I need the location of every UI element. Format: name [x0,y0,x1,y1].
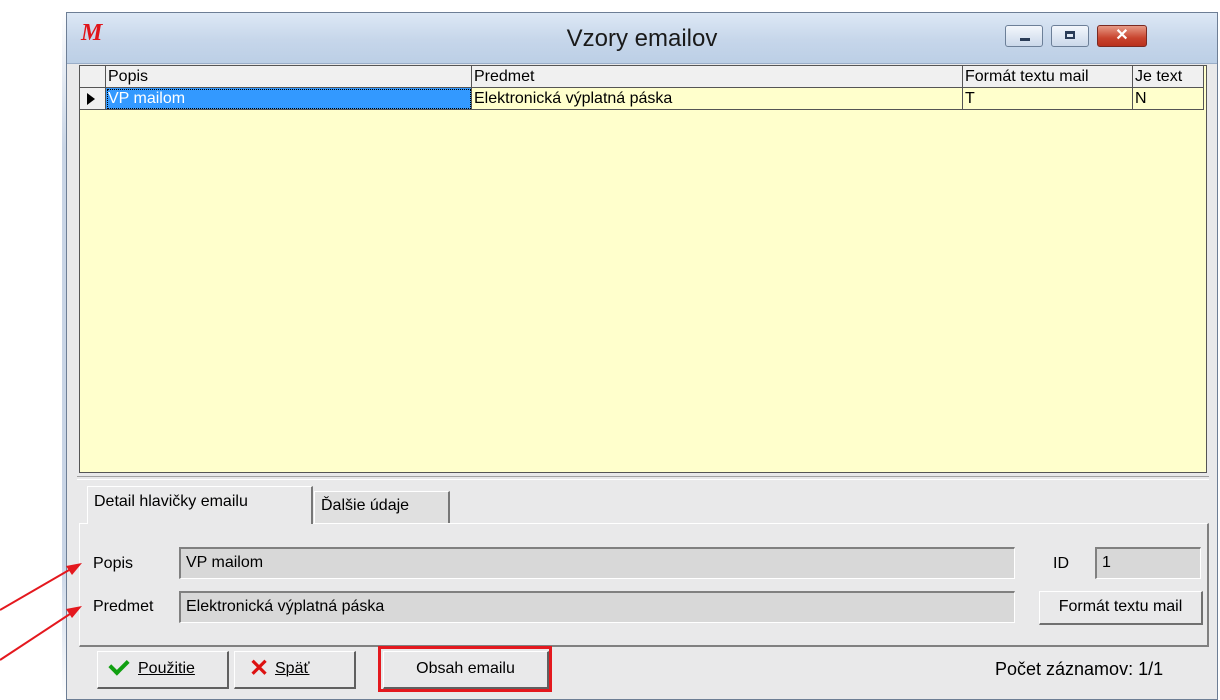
minimize-button[interactable] [1005,25,1043,47]
header-indicator-cell [80,66,106,88]
format-textu-mail-button[interactable]: Formát textu mail [1039,591,1203,625]
tab-detail-hlavicky[interactable]: Detail hlavičky emailu [87,486,313,524]
window-title: Vzory emailov [566,25,718,52]
maximize-button[interactable] [1051,25,1089,47]
pouzitie-button[interactable]: Použitie [97,651,229,689]
column-header-popis[interactable]: Popis [106,66,472,88]
column-header-je-text[interactable]: Je text [1133,66,1204,88]
close-button[interactable]: ✕ [1097,25,1147,47]
cell-je-text[interactable]: N [1133,88,1204,110]
table-row[interactable]: VP mailom Elektronická výplatná páska T … [80,88,1204,110]
arrowhead-predmet-icon [66,606,82,618]
obsah-emailu-button[interactable]: Obsah emailu [383,651,549,689]
record-count-status: Počet záznamov: 1/1 [995,659,1164,679]
cell-format[interactable]: T [963,88,1133,110]
tab-dalsie-udaje[interactable]: Ďalšie údaje [314,491,450,523]
annotation-arrows [0,563,82,661]
grid-header-row: Popis Predmet Formát textu mail Je text [80,66,1204,88]
cell-popis[interactable]: VP mailom [106,88,472,110]
id-field[interactable]: 1 [1095,547,1201,579]
checkmark-icon [108,654,130,676]
predmet-label: Predmet [93,598,154,615]
arrow-line-predmet [0,609,77,661]
close-icon: ✕ [1115,27,1129,44]
detail-panel [79,523,1209,647]
spat-label: Späť [275,660,310,677]
popis-field[interactable]: VP mailom [179,547,1015,579]
spat-button[interactable]: ✕ Späť [234,651,356,689]
templates-grid[interactable]: Popis Predmet Formát textu mail Je text … [79,65,1207,473]
dialog-window: M Vzory emailov ✕ Popis Predmet Formát t… [66,12,1218,700]
row-pointer-icon [87,93,95,105]
title-bar[interactable]: M Vzory emailov ✕ [67,13,1217,64]
row-indicator [80,88,106,110]
pouzitie-label: Použitie [138,660,195,677]
id-label: ID [1053,555,1069,572]
column-header-format[interactable]: Formát textu mail [963,66,1133,88]
arrow-line-popis [0,565,77,611]
cancel-x-icon: ✕ [249,655,270,682]
splitter[interactable] [77,476,1209,480]
column-header-predmet[interactable]: Predmet [472,66,963,88]
arrowhead-popis-icon [66,563,82,575]
popis-label: Popis [93,555,134,572]
cell-predmet[interactable]: Elektronická výplatná páska [472,88,963,110]
predmet-field[interactable]: Elektronická výplatná páska [179,591,1015,623]
